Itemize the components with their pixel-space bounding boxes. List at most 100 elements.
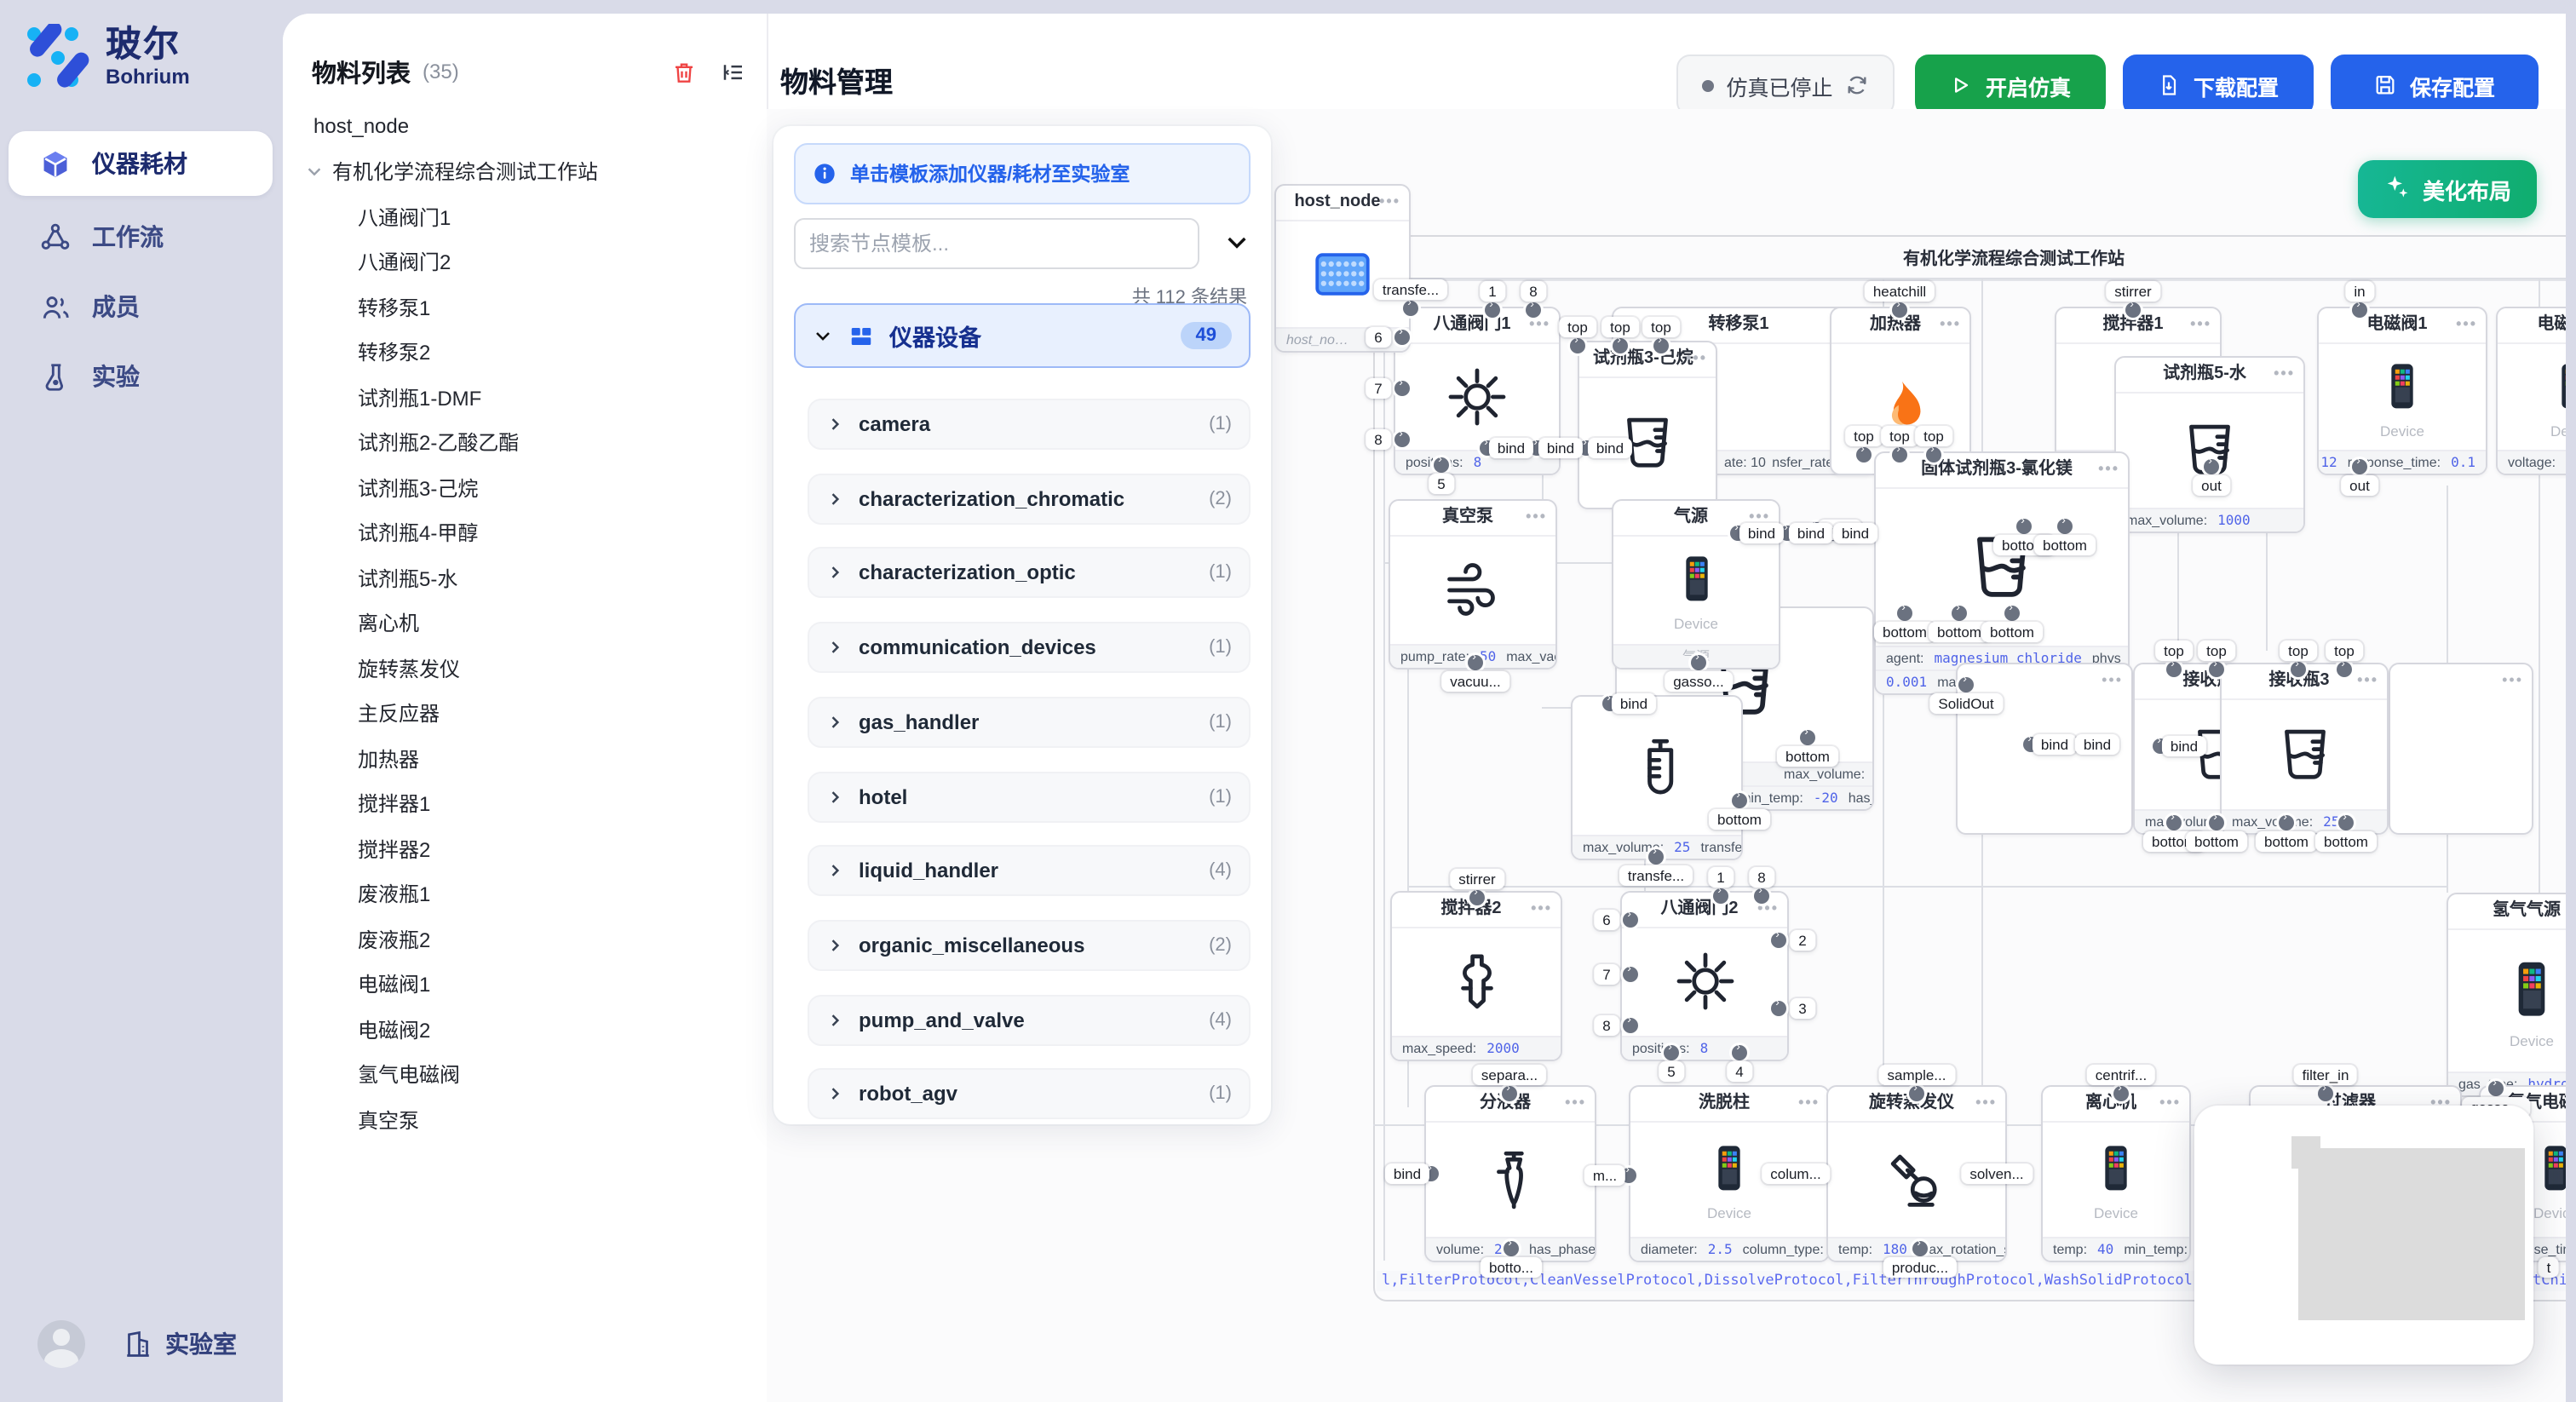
port-dot[interactable] (2113, 1086, 2129, 1101)
material-list-item[interactable]: 离心机 (283, 600, 767, 646)
port-dot[interactable] (1892, 302, 1907, 318)
sidebar-item-lab[interactable]: 实验室 (123, 1327, 237, 1361)
page-scrollbar[interactable] (2566, 0, 2576, 1402)
port-dot[interactable] (2209, 662, 2224, 677)
start-simulation-button[interactable]: 开启仿真 (1915, 55, 2106, 116)
search-input[interactable] (794, 218, 1199, 269)
port-dot[interactable] (1713, 888, 1728, 904)
port-tag[interactable]: bind (2075, 734, 2119, 755)
port-tag[interactable]: bind (1833, 523, 1877, 543)
port-dot[interactable] (1800, 730, 1815, 745)
port-dot[interactable] (1468, 655, 1483, 670)
port-tag[interactable]: m... (1584, 1165, 1625, 1186)
port-tag[interactable]: bottom (2186, 831, 2247, 852)
port-tag[interactable]: bind (1612, 693, 1656, 714)
port-tag[interactable]: 8 (1594, 1015, 1619, 1036)
port-tag[interactable]: 5 (1659, 1061, 1683, 1082)
canvas-node[interactable]: 固体试剂瓶3-氯化镁•••agent:magnesium_chloridephy… (1874, 451, 2130, 695)
port-dot[interactable] (1570, 338, 1585, 353)
material-list-item[interactable]: 主反应器 (283, 691, 767, 736)
port-tag[interactable]: bottom (1981, 622, 2043, 642)
material-list-item[interactable]: 有机化学流程综合测试工作站 (283, 149, 767, 194)
node-menu-icon[interactable]: ••• (2274, 358, 2295, 390)
port-dot[interactable] (2279, 815, 2294, 830)
port-tag[interactable]: 7 (1366, 378, 1390, 399)
port-tag[interactable]: produc... (1883, 1257, 1957, 1278)
port-tag[interactable]: SolidOut (1929, 693, 2002, 714)
port-dot[interactable] (1485, 302, 1500, 318)
template-category-camera[interactable]: camera(1) (808, 399, 1251, 450)
port-dot[interactable] (1732, 793, 1747, 808)
port-tag[interactable]: top (2326, 641, 2363, 661)
port-dot[interactable] (2166, 815, 2182, 830)
port-tag[interactable]: in (2345, 281, 2373, 302)
canvas-node[interactable]: 离心机•••Devicetemp:40min_temp:4max_spe (2041, 1085, 2191, 1262)
port-dot[interactable] (2318, 1086, 2333, 1101)
port-tag[interactable]: 6 (1594, 910, 1619, 930)
port-tag[interactable]: top (2280, 641, 2317, 661)
port-tag[interactable]: top (2198, 641, 2235, 661)
port-tag[interactable]: sample... (1879, 1065, 1955, 1085)
port-tag[interactable]: top (1601, 317, 1639, 337)
node-menu-icon[interactable]: ••• (1531, 893, 1552, 925)
material-list-item[interactable]: 试剂瓶3-己烷 (283, 465, 767, 510)
template-category-liquid_handler[interactable]: liquid_handler(4) (808, 845, 1251, 896)
port-dot[interactable] (1434, 457, 1449, 473)
material-list-item[interactable]: 转移泵2 (283, 330, 767, 375)
material-list-item[interactable]: host_node (283, 104, 767, 149)
port-dot[interactable] (1394, 432, 1410, 447)
port-dot[interactable] (1403, 301, 1418, 316)
port-tag[interactable]: 8 (1521, 281, 1545, 302)
port-tag[interactable]: top (1881, 426, 1918, 446)
port-dot[interactable] (1623, 1018, 1638, 1033)
port-tag[interactable]: t (2539, 1257, 2560, 1278)
port-tag[interactable]: bind (1789, 523, 1833, 543)
refresh-icon[interactable] (1845, 73, 1869, 97)
node-menu-icon[interactable]: ••• (1526, 501, 1547, 533)
port-dot[interactable] (1504, 1241, 1519, 1256)
port-tag[interactable]: bind (1489, 438, 1533, 458)
port-dot[interactable] (2338, 815, 2354, 830)
port-tag[interactable]: 1 (1708, 867, 1733, 888)
port-tag[interactable]: bind (1588, 438, 1632, 458)
material-list-item[interactable]: 试剂瓶4-甲醇 (283, 510, 767, 555)
template-category-communication_devices[interactable]: communication_devices(1) (808, 622, 1251, 673)
port-dot[interactable] (1502, 1086, 1517, 1101)
port-dot[interactable] (1771, 933, 1786, 948)
node-menu-icon[interactable]: ••• (2098, 453, 2119, 486)
port-dot[interactable] (2166, 662, 2182, 677)
port-tag[interactable]: 1 (1480, 281, 1504, 302)
canvas-node[interactable]: 分液器•••volume:250has_phases:true (1424, 1085, 1596, 1262)
canvas-node[interactable]: 电磁阀2•••Devicevoltage:12 (2496, 307, 2566, 475)
collapse-list-icon[interactable] (721, 59, 746, 84)
chevron-down-icon[interactable] (305, 163, 324, 181)
material-list-item[interactable]: 八通阀门1 (283, 194, 767, 239)
port-dot[interactable] (1771, 1001, 1786, 1016)
material-list-item[interactable]: 试剂瓶2-乙酸乙酯 (283, 420, 767, 465)
node-menu-icon[interactable]: ••• (2190, 308, 2211, 341)
sidebar-item-instruments[interactable]: 仪器耗材 (9, 131, 273, 196)
port-dot[interactable] (1394, 381, 1410, 396)
port-tag[interactable]: vacuu... (1441, 671, 1509, 692)
port-tag[interactable]: botto... (1481, 1257, 1542, 1278)
canvas-node[interactable]: 八通阀门2•••positions:8 (1620, 891, 1789, 1061)
port-tag[interactable]: bottom (2034, 535, 2096, 555)
port-tag[interactable]: 5 (1429, 474, 1453, 494)
port-dot[interactable] (1394, 330, 1410, 345)
canvas-node[interactable]: host_node•••host_no… (1274, 184, 1411, 353)
material-list-item[interactable]: 搅拌器2 (283, 826, 767, 871)
port-dot[interactable] (2337, 662, 2352, 677)
port-tag[interactable]: bottom (1874, 622, 1935, 642)
port-dot[interactable] (1958, 677, 1974, 692)
canvas-node[interactable]: 接收瓶3•••max_volume:250 (2220, 663, 2389, 835)
canvas-node[interactable]: 氢气气源•••Devicegas_type:hydrogenmax_pre (2447, 893, 2566, 1097)
port-dot[interactable] (1732, 1045, 1747, 1060)
sidebar-item-experiments[interactable]: 实验 (9, 348, 273, 405)
port-dot[interactable] (1856, 447, 1872, 463)
port-dot[interactable] (1664, 1045, 1679, 1060)
template-category-organic_miscellaneous[interactable]: organic_miscellaneous(2) (808, 920, 1251, 971)
port-tag[interactable]: bottom (2315, 831, 2377, 852)
material-list-item[interactable]: 八通阀门2 (283, 239, 767, 284)
port-tag[interactable]: 8 (1749, 867, 1774, 888)
sim-status-badge[interactable]: 仿真已停止 (1676, 55, 1895, 116)
